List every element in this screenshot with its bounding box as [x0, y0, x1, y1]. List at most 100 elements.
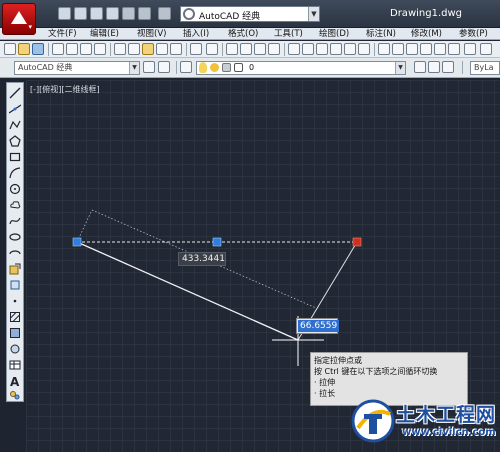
redo-icon[interactable]	[158, 7, 171, 20]
menu-view[interactable]: 视图(V)	[137, 28, 166, 40]
spline-icon[interactable]	[9, 215, 21, 227]
circle-icon[interactable]	[9, 183, 21, 195]
save-icon[interactable]	[32, 43, 44, 55]
design-center-icon[interactable]	[302, 43, 314, 55]
menu-format[interactable]: 格式(O)	[228, 28, 258, 40]
plot-style-icon[interactable]	[448, 43, 460, 55]
paste-icon[interactable]	[142, 43, 154, 55]
layer-combo[interactable]: 0 ▼	[196, 61, 406, 75]
lightbulb-icon[interactable]	[199, 62, 207, 73]
layer-properties-icon[interactable]	[180, 61, 192, 73]
help-icon[interactable]	[464, 43, 476, 55]
block-editor-icon[interactable]	[170, 43, 182, 55]
menu-file[interactable]: 文件(F)	[48, 28, 77, 40]
3d-dwf-icon[interactable]	[94, 43, 106, 55]
toolbar-separator	[374, 43, 375, 56]
plot-preview-icon[interactable]	[66, 43, 78, 55]
construction-line-icon[interactable]	[9, 103, 21, 115]
workspace-settings-icon[interactable]	[143, 61, 155, 73]
gradient-icon[interactable]	[9, 327, 21, 339]
chevron-down-icon[interactable]: ▼	[395, 62, 405, 74]
watermark-title: 土木工程网	[396, 404, 497, 426]
menu-parameters[interactable]: 参数(P)	[459, 28, 488, 40]
line-icon[interactable]	[9, 87, 21, 99]
pan-icon[interactable]	[226, 43, 238, 55]
autocad-window: ▾ AutoCAD 经典 ▼ Drawing1.dwg 文件(F) 编辑(E) …	[0, 0, 500, 452]
workspace-combo-value: AutoCAD 经典	[18, 63, 73, 72]
zoom-window-icon[interactable]	[254, 43, 266, 55]
zoom-previous-icon[interactable]	[268, 43, 280, 55]
watermark: 土木工程网 www.civilcn.com	[350, 396, 500, 452]
menu-dimension[interactable]: 标注(N)	[366, 28, 396, 40]
chevron-down-icon[interactable]: ▼	[308, 7, 319, 21]
layer-state-icon[interactable]	[442, 61, 454, 73]
open-file-icon[interactable]	[74, 7, 87, 20]
menu-modify[interactable]: 修改(M)	[411, 28, 442, 40]
zoom-realtime-icon[interactable]	[240, 43, 252, 55]
sheet-set-icon[interactable]	[330, 43, 342, 55]
chevron-down-icon[interactable]: ▼	[129, 62, 139, 74]
make-current-layer-icon[interactable]	[414, 61, 426, 73]
undo-icon[interactable]	[190, 43, 202, 55]
dynamic-input-box[interactable]: 66.6559	[296, 318, 340, 334]
plot-icon[interactable]	[52, 43, 64, 55]
properties-icon[interactable]	[288, 43, 300, 55]
dimension-extension-line	[76, 209, 93, 243]
undo-icon[interactable]	[138, 7, 151, 20]
revision-cloud-icon[interactable]	[9, 199, 21, 211]
watermark-url: www.civilcn.com	[402, 427, 496, 438]
linetype-combo[interactable]: ByLa	[470, 61, 500, 75]
qnew-icon[interactable]	[4, 43, 16, 55]
new-file-icon[interactable]	[58, 7, 71, 20]
layer-previous-icon[interactable]	[428, 61, 440, 73]
region-icon[interactable]	[9, 343, 21, 355]
open-icon[interactable]	[18, 43, 30, 55]
plot-icon[interactable]	[122, 7, 135, 20]
menu-tools[interactable]: 工具(T)	[274, 28, 303, 40]
unlock-icon[interactable]	[222, 63, 231, 72]
multiline-text-icon[interactable]: A	[9, 375, 21, 387]
workspace-selector[interactable]: AutoCAD 经典 ▼	[180, 6, 320, 22]
polygon-icon[interactable]	[9, 135, 21, 147]
redo-icon[interactable]	[206, 43, 218, 55]
sun-icon[interactable]	[210, 63, 219, 72]
more-tools-icon[interactable]	[480, 43, 492, 55]
menu-draw[interactable]: 绘图(D)	[319, 28, 349, 40]
workspace-combo[interactable]: AutoCAD 经典 ▼	[14, 61, 140, 75]
workspace-save-icon[interactable]	[158, 61, 170, 73]
polyline-icon[interactable]	[9, 119, 21, 131]
copy-icon[interactable]	[128, 43, 140, 55]
menu-insert[interactable]: 插入(I)	[183, 28, 209, 40]
ellipse-arc-icon[interactable]	[9, 247, 21, 259]
multileader-style-icon[interactable]	[420, 43, 432, 55]
layer-manager-icon[interactable]	[434, 43, 446, 55]
text-style-icon[interactable]	[378, 43, 390, 55]
hatch-icon[interactable]	[9, 311, 21, 323]
toolbar-separator	[462, 61, 463, 74]
quickcalc-icon[interactable]	[358, 43, 370, 55]
table-style-icon[interactable]	[406, 43, 418, 55]
make-block-icon[interactable]	[9, 279, 21, 291]
save-as-icon[interactable]	[106, 7, 119, 20]
ellipse-icon[interactable]	[9, 231, 21, 243]
cut-icon[interactable]	[114, 43, 126, 55]
tool-palettes-icon[interactable]	[316, 43, 328, 55]
grip-midpoint[interactable]	[212, 237, 222, 247]
markup-icon[interactable]	[344, 43, 356, 55]
match-properties-icon[interactable]	[156, 43, 168, 55]
dim-style-icon[interactable]	[392, 43, 404, 55]
grip-endpoint-right-hot[interactable]	[352, 237, 362, 247]
insert-block-icon[interactable]	[9, 263, 21, 275]
point-icon[interactable]	[9, 295, 21, 307]
dynamic-dimension-angle[interactable]: 66.6559	[298, 320, 340, 332]
autocad-logo-icon[interactable]: ▾	[2, 3, 36, 35]
publish-icon[interactable]	[80, 43, 92, 55]
menu-edit[interactable]: 编辑(E)	[90, 28, 119, 40]
table-icon[interactable]	[9, 359, 21, 371]
grip-endpoint-left[interactable]	[72, 237, 82, 247]
add-selected-icon[interactable]	[9, 389, 21, 401]
save-icon[interactable]	[90, 7, 103, 20]
rectangle-icon[interactable]	[9, 151, 21, 163]
window-title: Drawing1.dwg	[390, 8, 462, 19]
arc-icon[interactable]	[9, 167, 21, 179]
